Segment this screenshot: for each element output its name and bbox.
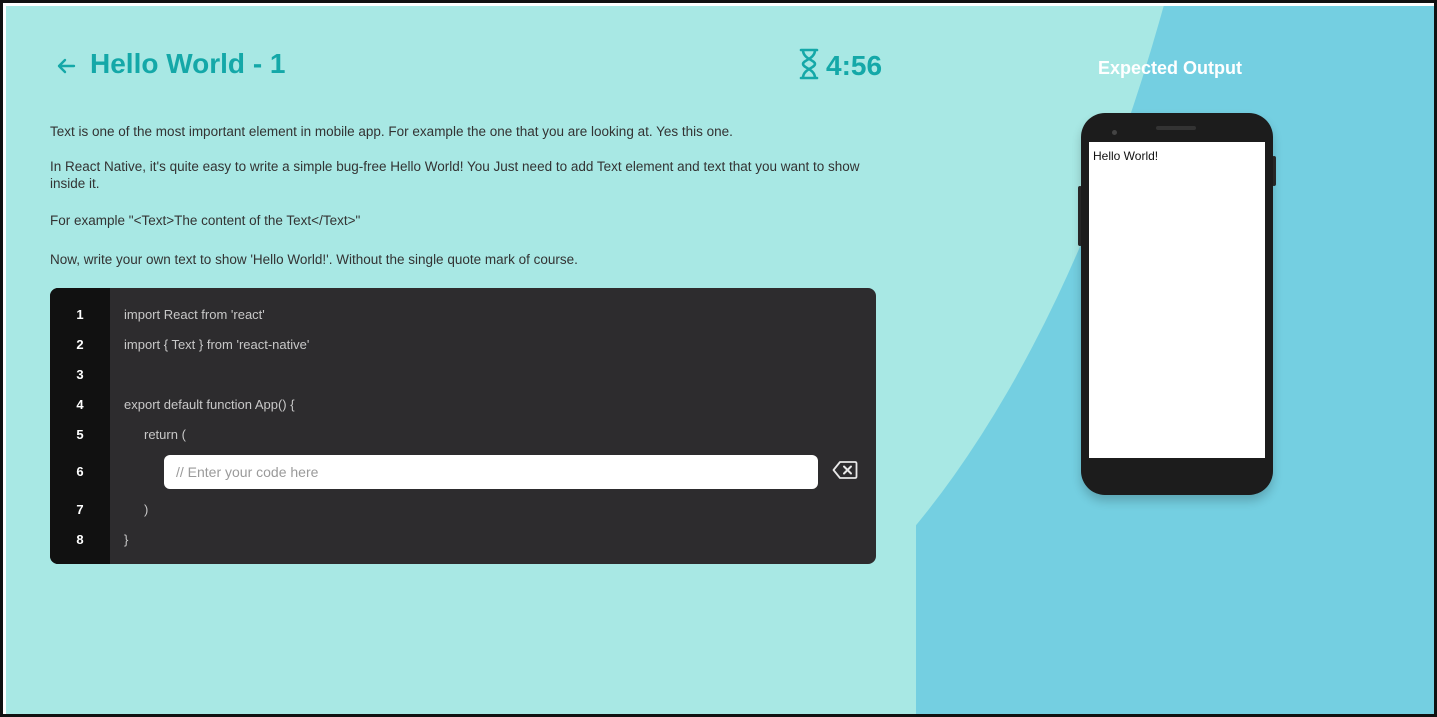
line-number: 2 [76,337,84,352]
page-title: Hello World - 1 [90,48,286,79]
timer-value: 4:56 [826,50,883,81]
back-arrow-icon[interactable] [54,54,78,78]
instruction-paragraph-3: For example "<Text>The content of the Te… [50,213,361,228]
main-area: Hello World - 1 4:56 Text is one of the … [6,6,1434,714]
instruction-paragraph-2: In React Native, it's quite easy to writ… [50,159,860,191]
code-line: import React from 'react' [124,307,265,322]
clear-input-button[interactable] [830,460,860,484]
code-line: } [124,532,129,547]
phone-screen [1089,142,1265,458]
backspace-icon [832,460,858,485]
hourglass-icon [798,48,820,85]
line-number: 6 [76,464,84,479]
line-number-gutter: 1 2 3 4 5 6 7 8 [50,288,110,564]
line-number: 8 [76,532,84,547]
expected-output-text: Hello World! [1093,149,1159,163]
code-line: return ( [144,427,186,442]
line-number: 4 [76,397,84,412]
code-line: import { Text } from 'react-native' [124,337,310,352]
line-number: 1 [76,307,84,322]
phone-camera [1112,130,1117,135]
line-number: 5 [76,427,84,442]
countdown-timer: 4:56 [798,48,882,84]
code-editor: 1 2 3 4 5 6 7 8 import React from 'react… [50,288,876,564]
code-input[interactable] [164,455,818,489]
code-line: export default function App() { [124,397,295,412]
instruction-paragraph-4: Now, write your own text to show 'Hello … [50,252,578,267]
line-number: 3 [76,367,84,382]
phone-speaker [1156,126,1196,130]
line-number: 7 [76,502,84,517]
instruction-paragraph-1: Text is one of the most important elemen… [50,124,733,139]
code-line: ) [144,502,149,517]
app-frame: Hello World - 1 4:56 Text is one of the … [0,0,1437,717]
expected-output-title: Expected Output [1098,58,1243,78]
